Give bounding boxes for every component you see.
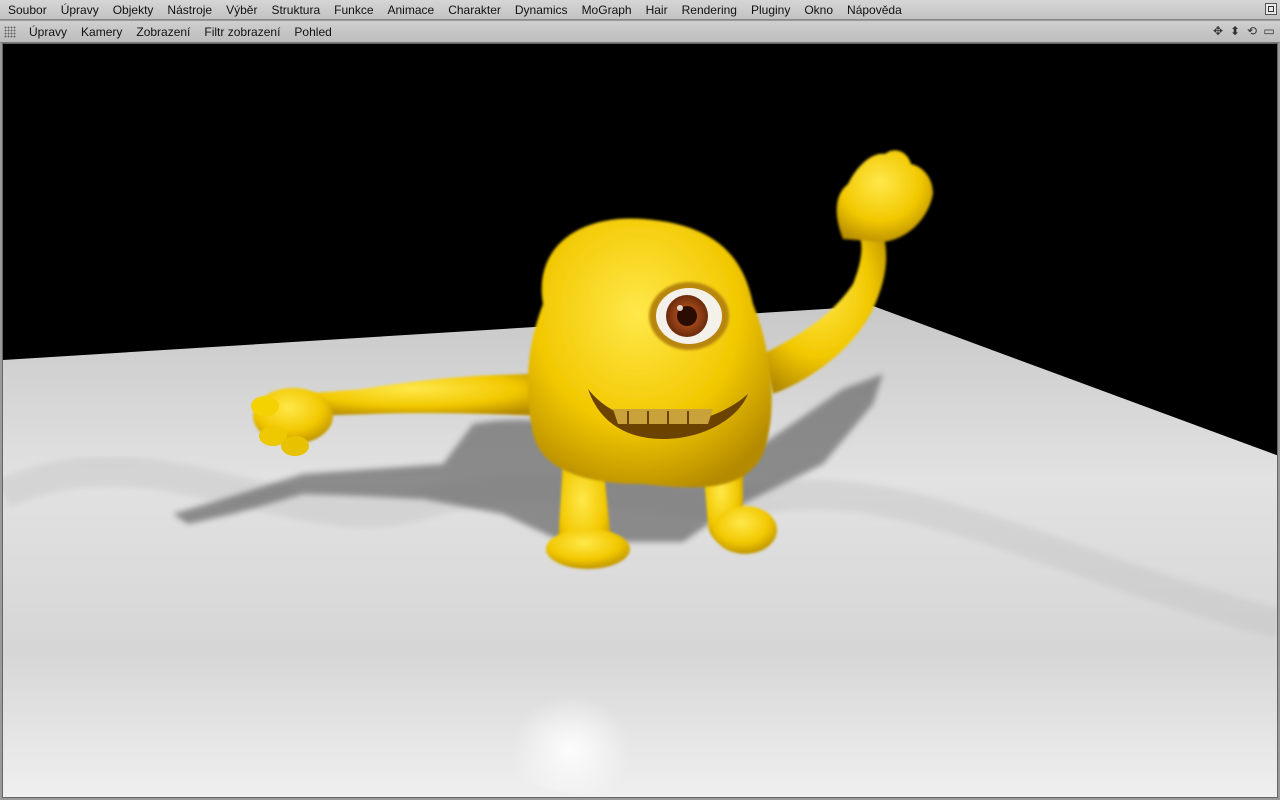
render-viewport[interactable]	[2, 43, 1278, 798]
move-icon[interactable]: ✥	[1211, 23, 1225, 39]
view-menu-filtr-zobrazeni[interactable]: Filtr zobrazení	[197, 21, 287, 43]
rendered-scene	[3, 150, 1277, 797]
menu-upravy[interactable]: Úpravy	[54, 0, 106, 20]
menu-soubor[interactable]: Soubor	[0, 0, 54, 20]
menu-rendering[interactable]: Rendering	[675, 0, 744, 20]
drag-grip-icon[interactable]	[4, 25, 16, 38]
view-menu-kamery[interactable]: Kamery	[74, 21, 129, 43]
menu-pluginy[interactable]: Pluginy	[744, 0, 797, 20]
menu-bar: Soubor Úpravy Objekty Nástroje Výběr Str…	[0, 0, 1280, 20]
menu-nastroje[interactable]: Nástroje	[160, 0, 219, 20]
viewport-nav-icons: ✥ ⬍ ⟲ ▭	[1211, 23, 1276, 39]
view-menu-pohled[interactable]: Pohled	[287, 21, 338, 43]
viewport-toolbar: Úpravy Kamery Zobrazení Filtr zobrazení …	[0, 21, 1280, 43]
rotate-icon[interactable]: ⟲	[1245, 23, 1259, 39]
menu-napoveda[interactable]: Nápověda	[840, 0, 909, 20]
menu-charakter[interactable]: Charakter	[441, 0, 508, 20]
menu-funkce[interactable]: Funkce	[327, 0, 380, 20]
menu-dynamics[interactable]: Dynamics	[508, 0, 575, 20]
menu-okno[interactable]: Okno	[797, 0, 840, 20]
floor-highlight	[463, 574, 703, 794]
zoom-icon[interactable]: ⬍	[1228, 23, 1242, 39]
menu-struktura[interactable]: Struktura	[264, 0, 327, 20]
restore-window-icon[interactable]	[1265, 3, 1277, 15]
menu-animace[interactable]: Animace	[381, 0, 442, 20]
view-menu-upravy[interactable]: Úpravy	[22, 21, 74, 43]
menu-hair[interactable]: Hair	[639, 0, 675, 20]
menu-vyber[interactable]: Výběr	[219, 0, 264, 20]
creature-body	[527, 218, 772, 488]
maximize-icon[interactable]: ▭	[1262, 23, 1276, 39]
creature-eye	[649, 282, 729, 350]
menu-objekty[interactable]: Objekty	[106, 0, 161, 20]
menu-mograph[interactable]: MoGraph	[575, 0, 639, 20]
view-menu-zobrazeni[interactable]: Zobrazení	[129, 21, 197, 43]
